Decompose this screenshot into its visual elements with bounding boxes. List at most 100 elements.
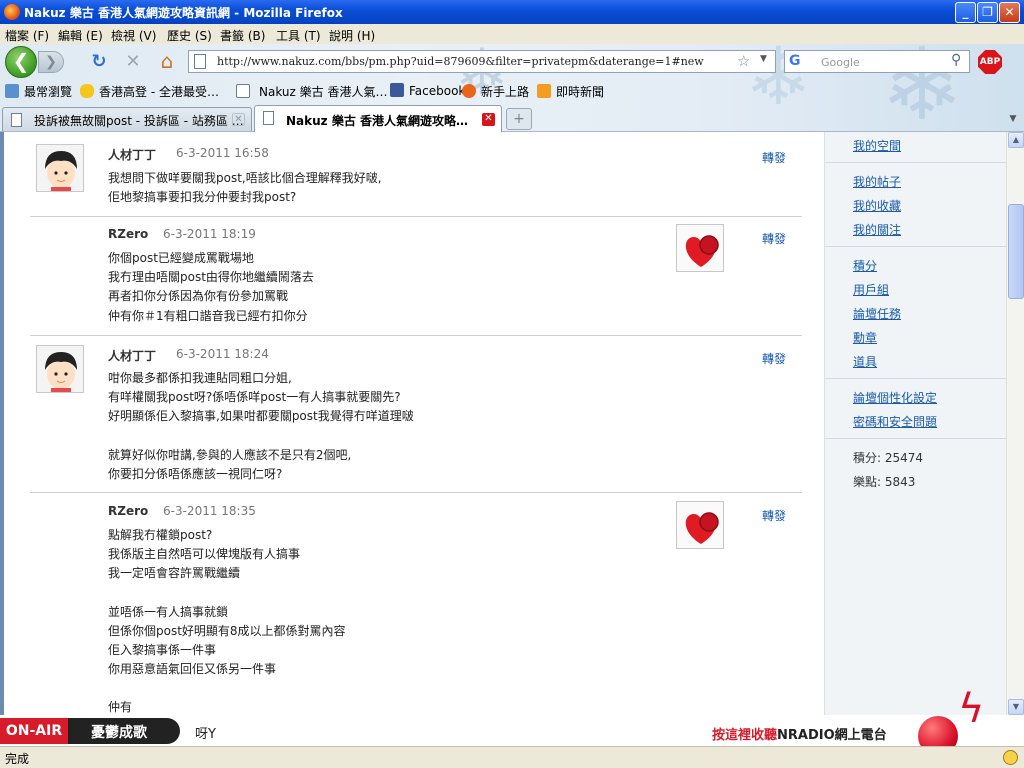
address-bar[interactable]: http://www.nakuz.com/bbs/pm.php?uid=8796… — [188, 50, 776, 73]
menu-history[interactable]: 歷史 (S) — [167, 27, 212, 44]
hand-icon — [80, 84, 94, 98]
status-bar: 完成 — [0, 746, 1024, 768]
bookmark-getting-started[interactable]: 新手上路 — [462, 83, 529, 100]
lightning-icon: ϟ — [958, 686, 985, 732]
sidebar-link-points[interactable]: 積分 — [853, 257, 877, 274]
firefox-icon — [462, 84, 476, 98]
onair-label: ON-AIR — [0, 718, 68, 744]
message-author[interactable]: 人材丁丁 — [108, 347, 156, 364]
search-placeholder[interactable]: Google — [821, 56, 860, 69]
back-button[interactable]: ❮ — [5, 46, 37, 78]
smiley-icon[interactable] — [1003, 750, 1018, 765]
message-author[interactable]: 人材丁丁 — [108, 146, 156, 163]
divider — [825, 438, 1006, 439]
close-tab-icon[interactable]: ✕ — [232, 113, 245, 126]
url-dropdown-icon[interactable]: ▼ — [760, 54, 767, 64]
menu-help[interactable]: 說明 (H) — [329, 27, 375, 44]
tab-list-dropdown-icon[interactable]: ▼ — [1004, 108, 1022, 130]
radio-banner[interactable]: ON-AIR 憂鬱成歌 呀Y 按這裡收聽NRADIO網上電台 ϟ — [0, 686, 1006, 756]
pm-message: 人材丁丁 6-3-2011 16:58 轉發 我想問下做咩要關我post,唔該比… — [30, 132, 802, 217]
bookmark-facebook[interactable]: Facebook — [390, 83, 465, 98]
message-date: 6-3-2011 18:19 — [163, 227, 256, 241]
sidebar-link-security[interactable]: 密碼和安全問題 — [853, 413, 937, 430]
divider — [825, 162, 1006, 163]
sidebar-link-medals[interactable]: 勳章 — [853, 329, 877, 346]
menu-edit[interactable]: 編輯 (E) — [58, 27, 103, 44]
message-body: 我想問下做咩要關我post,唔該比個合理解釋我好啵, 佢地黎搞事要扣我分仲要封我p… — [108, 171, 382, 205]
search-icon[interactable]: ⚲ — [951, 52, 961, 68]
stop-button[interactable]: ✕ — [122, 51, 144, 73]
message-body: 咁你最多都係扣我連貼同粗口分姐, 有咩權關我post呀?係唔係咩post一有人搞事… — [108, 371, 414, 481]
scroll-up-icon[interactable]: ▲ — [1008, 132, 1024, 148]
sidebar-link-tasks[interactable]: 論壇任務 — [853, 305, 901, 322]
page-icon — [194, 54, 206, 69]
pm-message: 人材丁丁 6-3-2011 18:24 轉發 咁你最多都係扣我連貼同粗口分姐, 有… — [30, 337, 802, 493]
home-button[interactable]: ⌂ — [156, 50, 178, 72]
menu-view[interactable]: 檢視 (V) — [111, 27, 156, 44]
url-text[interactable]: http://www.nakuz.com/bbs/pm.php?uid=8796… — [217, 55, 704, 68]
menu-tools[interactable]: 工具 (T) — [276, 27, 321, 44]
facebook-icon — [390, 83, 404, 97]
maximize-button[interactable]: ❐ — [977, 2, 998, 23]
menu-file[interactable]: 檔案 (F) — [5, 27, 49, 44]
bookmark-hkgolden[interactable]: 香港高登 - 全港最受… — [80, 83, 219, 100]
tab-strip: 投訴被無故關post - 投訴區 - 站務區 … ✕ Nakuz 樂古 香港人氣… — [0, 104, 1024, 132]
scroll-down-icon[interactable]: ▼ — [1008, 699, 1024, 715]
search-bar[interactable]: G Google ⚲ — [784, 50, 970, 73]
new-tab-button[interactable]: + — [506, 108, 532, 130]
listen-link[interactable]: 按這裡收聽NRADIO網上電台 — [712, 724, 887, 743]
page-icon — [236, 84, 250, 98]
divider — [825, 378, 1006, 379]
message-author[interactable]: RZero — [108, 504, 148, 518]
message-body: 點解我冇權鎖post? 我係版主自然唔可以俾塊版有人搞事 我一定唔會容許罵戰繼續 並唔… — [108, 528, 346, 715]
window-titlebar[interactable]: Nakuz 樂古 香港人氣網遊攻略資訊網 - Mozilla Firefox _… — [0, 0, 1024, 24]
bookmark-latest-news[interactable]: 即時新聞 — [537, 83, 604, 100]
vertical-scrollbar[interactable]: ▲ ▼ — [1006, 132, 1024, 715]
tab-nakuz[interactable]: Nakuz 樂古 香港人氣網遊攻略… ✕ — [254, 105, 502, 132]
user-avatar[interactable] — [676, 224, 724, 272]
user-sidebar: 我的空間 我的帖子 我的收藏 我的關注 積分 用戶組 論壇任務 勳章 道具 論壇… — [824, 132, 1006, 715]
menu-bar: 檔案 (F) 編輯 (E) 檢視 (V) 歷史 (S) 書籤 (B) 工具 (T… — [0, 24, 1024, 44]
bookmarks-bar: 最常瀏覽 香港高登 - 全港最受… Nakuz 樂古 香港人氣… Faceboo… — [0, 80, 1024, 102]
page-content: 人材丁丁 6-3-2011 16:58 轉發 我想問下做咩要關我post,唔該比… — [0, 132, 1006, 715]
forward-link[interactable]: 轉發 — [762, 149, 786, 166]
coins-stat: 樂點: 5843 — [853, 475, 916, 489]
onair-panel[interactable]: ON-AIR 憂鬱成歌 — [0, 718, 180, 744]
reload-button[interactable]: ↻ — [88, 51, 110, 73]
scroll-thumb[interactable] — [1008, 204, 1024, 299]
forward-link[interactable]: 轉發 — [762, 350, 786, 367]
firefox-logo-icon — [4, 4, 20, 20]
page-icon — [263, 111, 274, 125]
user-avatar[interactable] — [676, 501, 724, 549]
user-avatar[interactable] — [36, 345, 84, 393]
sidebar-link-my-space[interactable]: 我的空間 — [853, 137, 901, 154]
message-date: 6-3-2011 16:58 — [176, 146, 269, 160]
close-window-button[interactable]: ✕ — [999, 2, 1020, 23]
pm-message: RZero 6-3-2011 18:35 轉發 點解我冇權鎖post? 我係版主自… — [30, 494, 802, 715]
bookmark-nakuz[interactable]: Nakuz 樂古 香港人氣… — [236, 83, 387, 100]
forward-link[interactable]: 轉發 — [762, 507, 786, 524]
bookmark-star-icon[interactable]: ☆ — [737, 52, 750, 70]
message-date: 6-3-2011 18:35 — [163, 504, 256, 518]
close-tab-icon[interactable]: ✕ — [482, 113, 495, 126]
forward-button[interactable]: ❯ — [38, 51, 64, 73]
window-title: Nakuz 樂古 香港人氣網遊攻略資訊網 - Mozilla Firefox — [24, 6, 343, 20]
show-name: 呀Y — [195, 727, 216, 742]
rss-icon — [537, 84, 551, 98]
google-engine-icon[interactable]: G — [789, 53, 807, 71]
message-date: 6-3-2011 18:24 — [176, 347, 269, 361]
minimize-button[interactable]: _ — [955, 2, 976, 23]
message-author[interactable]: RZero — [108, 227, 148, 241]
sidebar-link-usergroup[interactable]: 用戶組 — [853, 281, 889, 298]
sidebar-link-my-favorites[interactable]: 我的收藏 — [853, 197, 901, 214]
sidebar-link-my-follows[interactable]: 我的關注 — [853, 221, 901, 238]
sidebar-link-my-posts[interactable]: 我的帖子 — [853, 173, 901, 190]
menu-bookmarks[interactable]: 書籤 (B) — [220, 27, 265, 44]
sidebar-link-items[interactable]: 道具 — [853, 353, 877, 370]
sidebar-link-settings[interactable]: 論壇個性化設定 — [853, 389, 937, 406]
tab-complaint[interactable]: 投訴被無故關post - 投訴區 - 站務區 … ✕ — [2, 107, 252, 131]
user-avatar[interactable] — [36, 144, 84, 192]
bookmark-most-visited[interactable]: 最常瀏覽 — [5, 83, 72, 100]
divider — [825, 246, 1006, 247]
forward-link[interactable]: 轉發 — [762, 230, 786, 247]
